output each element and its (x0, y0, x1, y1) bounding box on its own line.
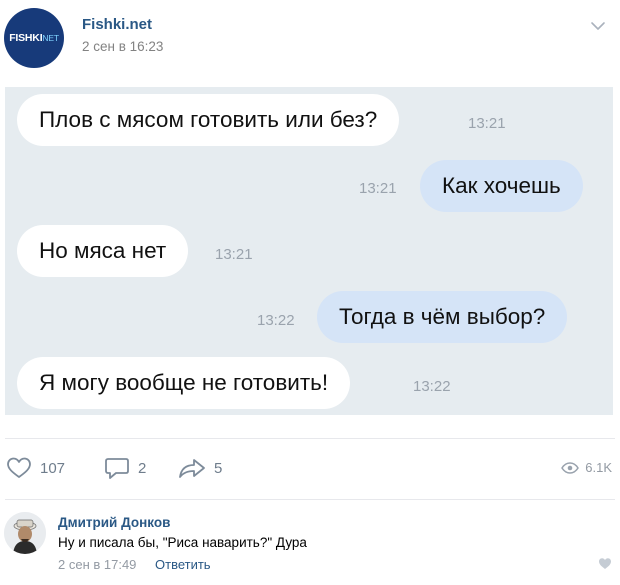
group-avatar[interactable]: FISHKINET (4, 8, 64, 68)
person-photo (4, 512, 46, 554)
message-bubble-incoming: Плов с мясом готовить или без? (17, 94, 400, 146)
share-button[interactable]: 5 (178, 456, 222, 480)
view-counter: 6.1K (561, 460, 612, 475)
fishki-logo: FISHKINET (9, 32, 59, 44)
message-time: 13:21 (215, 246, 253, 263)
divider (5, 499, 615, 500)
chevron-down-icon[interactable] (590, 18, 606, 34)
heart-icon (7, 457, 31, 478)
share-count: 5 (214, 459, 223, 477)
message-bubble-incoming: Я могу вообще не готовить! (17, 357, 351, 409)
comment-count: 2 (138, 459, 147, 477)
message-bubble-outgoing: Как хочешь (420, 160, 583, 212)
message-time: 13:22 (257, 312, 295, 329)
comment-icon (105, 458, 129, 479)
message-time: 13:21 (468, 115, 506, 132)
comment-author[interactable]: Дмитрий Донков (58, 515, 170, 530)
commenter-avatar[interactable] (4, 512, 46, 554)
message-bubble-outgoing: Тогда в чём выбор? (317, 291, 568, 343)
message-bubble-incoming: Но мяса нет (17, 225, 189, 277)
comment-button[interactable]: 2 (104, 456, 146, 480)
like-button[interactable]: 107 (6, 456, 65, 480)
share-icon (179, 459, 205, 478)
comment-date[interactable]: 2 сен в 17:49 (58, 557, 136, 572)
message-time: 13:21 (359, 180, 397, 197)
post-date[interactable]: 2 сен в 16:23 (82, 39, 163, 54)
chat-image[interactable]: Плов с мясом готовить или без? 13:21 Как… (5, 87, 613, 415)
reply-button[interactable]: Ответить (155, 557, 211, 572)
post-author[interactable]: Fishki.net (82, 16, 152, 33)
eye-icon (561, 461, 580, 474)
divider (5, 438, 615, 439)
like-count: 107 (40, 459, 66, 477)
view-count: 6.1K (585, 460, 612, 475)
comment-text: Ну и писала бы, "Риса наварить?" Дура (58, 535, 307, 550)
message-time: 13:22 (413, 378, 451, 395)
heart-small-icon[interactable] (598, 557, 612, 570)
